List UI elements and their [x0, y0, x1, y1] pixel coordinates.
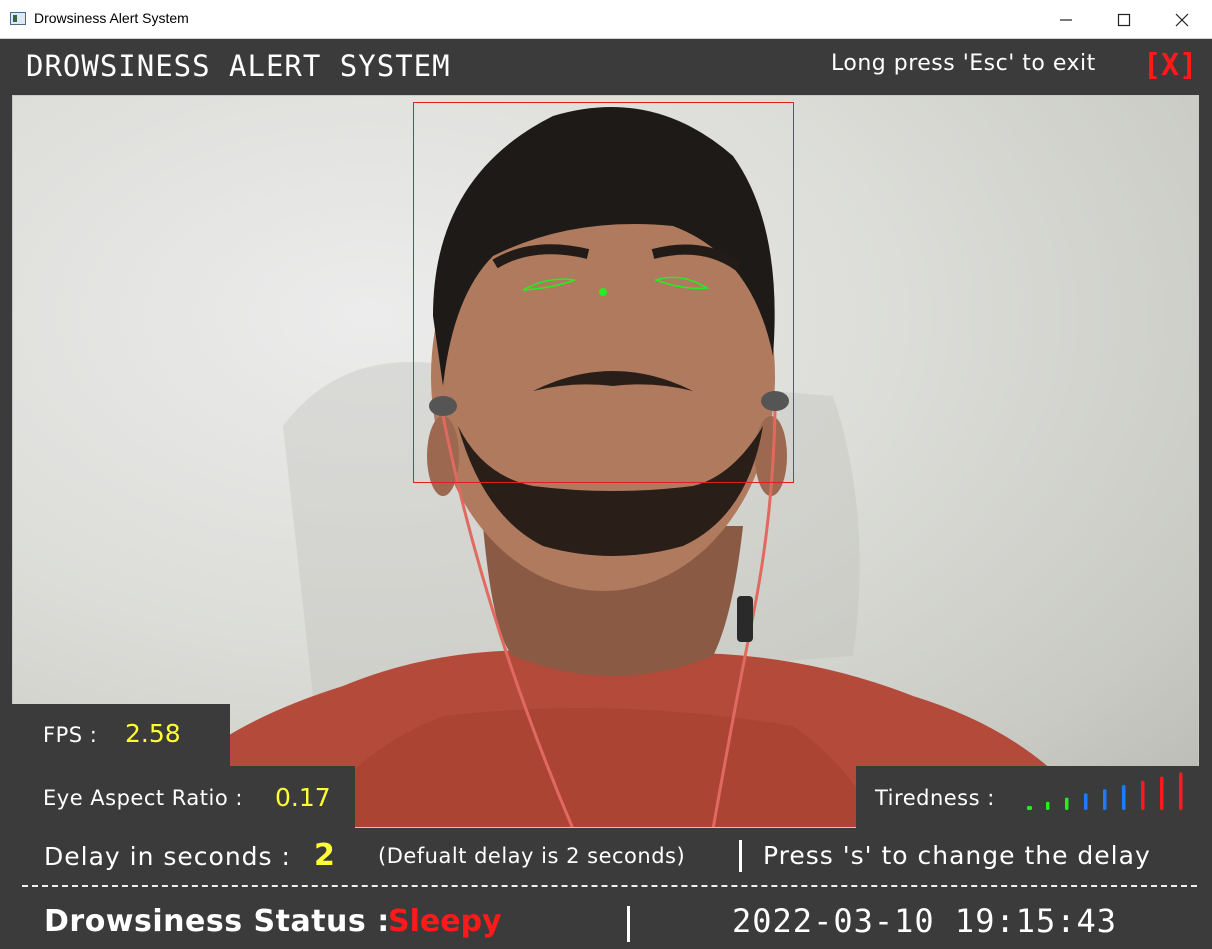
- ear-label: Eye Aspect Ratio :: [43, 786, 243, 810]
- delay-instruction: Press 's' to change the delay: [763, 841, 1151, 870]
- divider: [739, 840, 742, 872]
- window-title: Drowsiness Alert System: [34, 10, 189, 26]
- maximize-button[interactable]: [1095, 0, 1153, 39]
- fps-panel: FPS : 2.58: [12, 704, 230, 766]
- close-icon: [1175, 13, 1189, 27]
- tiredness-label: Tiredness :: [875, 786, 995, 810]
- tiredness-bar: [1141, 780, 1145, 810]
- tiredness-bar: [1103, 789, 1107, 810]
- delay-label: Delay in seconds :: [44, 842, 291, 871]
- ear-value: 0.17: [275, 783, 331, 812]
- app-window-icon: [10, 12, 26, 25]
- datetime-display: 2022-03-10 19:15:43: [732, 902, 1118, 940]
- drowsiness-status-label: Drowsiness Status :: [44, 904, 390, 939]
- maximize-icon: [1117, 13, 1131, 27]
- delay-value: 2: [314, 838, 335, 873]
- minimize-button[interactable]: [1037, 0, 1095, 39]
- exit-hint: Long press 'Esc' to exit: [831, 51, 1096, 76]
- tiredness-bar: [1027, 806, 1032, 810]
- tiredness-panel: Tiredness :: [856, 766, 1199, 828]
- fps-value: 2.58: [125, 719, 181, 748]
- dashed-separator: [22, 885, 1197, 887]
- tiredness-bar: [1065, 797, 1069, 810]
- tiredness-bar: [1122, 785, 1126, 810]
- app-header-title: DROWSINESS ALERT SYSTEM: [26, 49, 451, 83]
- tiredness-bar: [1160, 776, 1164, 810]
- face-detection-box: [413, 102, 794, 483]
- tiredness-meter: [1027, 772, 1183, 810]
- window-titlebar: Drowsiness Alert System: [0, 0, 1212, 39]
- close-button[interactable]: [1153, 0, 1211, 39]
- tiredness-bar: [1046, 801, 1050, 810]
- exit-button[interactable]: [X]: [1143, 48, 1197, 83]
- drowsiness-status-value: Sleepy: [388, 904, 502, 939]
- tiredness-bar: [1179, 772, 1183, 810]
- ear-panel: Eye Aspect Ratio : 0.17: [12, 766, 355, 828]
- tiredness-bar: [1084, 793, 1088, 810]
- divider: [627, 906, 630, 942]
- delay-default-note: (Defualt delay is 2 seconds): [378, 844, 686, 868]
- fps-label: FPS :: [43, 723, 98, 747]
- minimize-icon: [1060, 19, 1072, 21]
